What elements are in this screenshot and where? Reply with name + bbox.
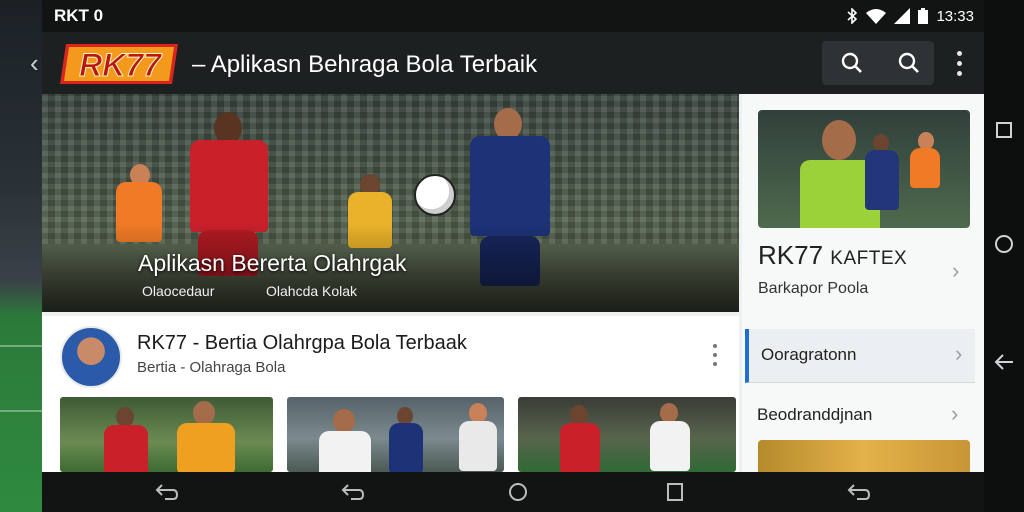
- side-panel: RK77 KAFTEX Barkapor Poola › Ooragratonn…: [742, 94, 984, 472]
- hero-title: Aplikasn Bererta Olahrgak: [138, 250, 407, 276]
- article-title: RK77 - Bertia Olahrgpa Bola Terbaak: [137, 332, 467, 354]
- article-card[interactable]: RK77 - Bertia Olahrgpa Bola Terbaak Bert…: [42, 316, 739, 472]
- back-icon[interactable]: ‹: [30, 46, 54, 80]
- more-vert-icon[interactable]: [710, 344, 720, 366]
- recents-icon[interactable]: [662, 480, 688, 504]
- side-title: RK77 KAFTEX: [758, 240, 907, 271]
- chevron-right-icon: ›: [951, 401, 959, 426]
- back-icon[interactable]: [846, 480, 872, 504]
- side-bottom-image[interactable]: [758, 440, 970, 472]
- ball-icon: [414, 174, 456, 216]
- status-carrier: RKT 0: [54, 6, 104, 25]
- logo-text: RK77: [79, 47, 163, 83]
- side-item[interactable]: Beodranddjnan ›: [745, 389, 975, 443]
- more-vert-icon[interactable]: [947, 44, 971, 82]
- hero-meta-right: Olahcda Kolak: [266, 283, 358, 299]
- bluetooth-icon: [847, 8, 858, 24]
- chevron-right-icon[interactable]: ›: [952, 258, 959, 284]
- app-bar: ‹ RK77 – Aplikasn Behraga Bola Terbaik: [30, 32, 984, 94]
- system-nav-bottom: [42, 472, 984, 512]
- battery-icon: [918, 8, 929, 24]
- back-icon[interactable]: [992, 350, 1016, 374]
- side-item-label: Beodranddjnan: [757, 405, 873, 424]
- article-thumbnail[interactable]: [518, 397, 736, 472]
- recents-icon[interactable]: [992, 118, 1016, 142]
- wifi-icon: [866, 9, 887, 24]
- home-icon[interactable]: [505, 480, 531, 504]
- search-icon[interactable]: [887, 41, 931, 85]
- status-bar: RKT 0 13:33: [42, 0, 984, 32]
- back-icon[interactable]: [154, 480, 180, 504]
- article-subtitle: Bertia - Olahraga Bola: [137, 359, 286, 376]
- hero-meta-left: Olaocedaur: [142, 283, 215, 299]
- back-icon[interactable]: [340, 480, 366, 504]
- article-thumbnail[interactable]: [60, 397, 273, 472]
- article-thumbnail[interactable]: [287, 397, 504, 472]
- search-icon[interactable]: [830, 41, 874, 85]
- app-title: – Aplikasn Behraga Bola Terbaik: [192, 51, 538, 78]
- chevron-right-icon: ›: [955, 341, 963, 366]
- signal-icon: [894, 8, 911, 24]
- side-featured-image[interactable]: [758, 110, 970, 228]
- side-title-main: RK77: [758, 240, 824, 270]
- side-item-active[interactable]: Ooragratonn ›: [745, 329, 975, 383]
- app-logo[interactable]: RK77: [60, 42, 180, 86]
- hero-banner[interactable]: Aplikasn Bererta Olahrgak Olaocedaur Ola…: [42, 94, 739, 312]
- side-title-suffix: KAFTEX: [830, 248, 908, 269]
- main-content: Aplikasn Bererta Olahrgak Olaocedaur Ola…: [42, 94, 984, 472]
- side-item-label: Ooragratonn: [761, 345, 857, 364]
- avatar[interactable]: [60, 326, 122, 388]
- status-time: 13:33: [936, 7, 974, 25]
- system-nav-right: [984, 0, 1024, 512]
- screen: RKT 0 13:33 ‹ RK77 – Aplikasn Behraga Bo…: [0, 0, 1024, 512]
- home-icon[interactable]: [992, 232, 1016, 256]
- status-icons: 13:33: [846, 8, 974, 25]
- side-subtitle: Barkapor Poola: [758, 280, 869, 297]
